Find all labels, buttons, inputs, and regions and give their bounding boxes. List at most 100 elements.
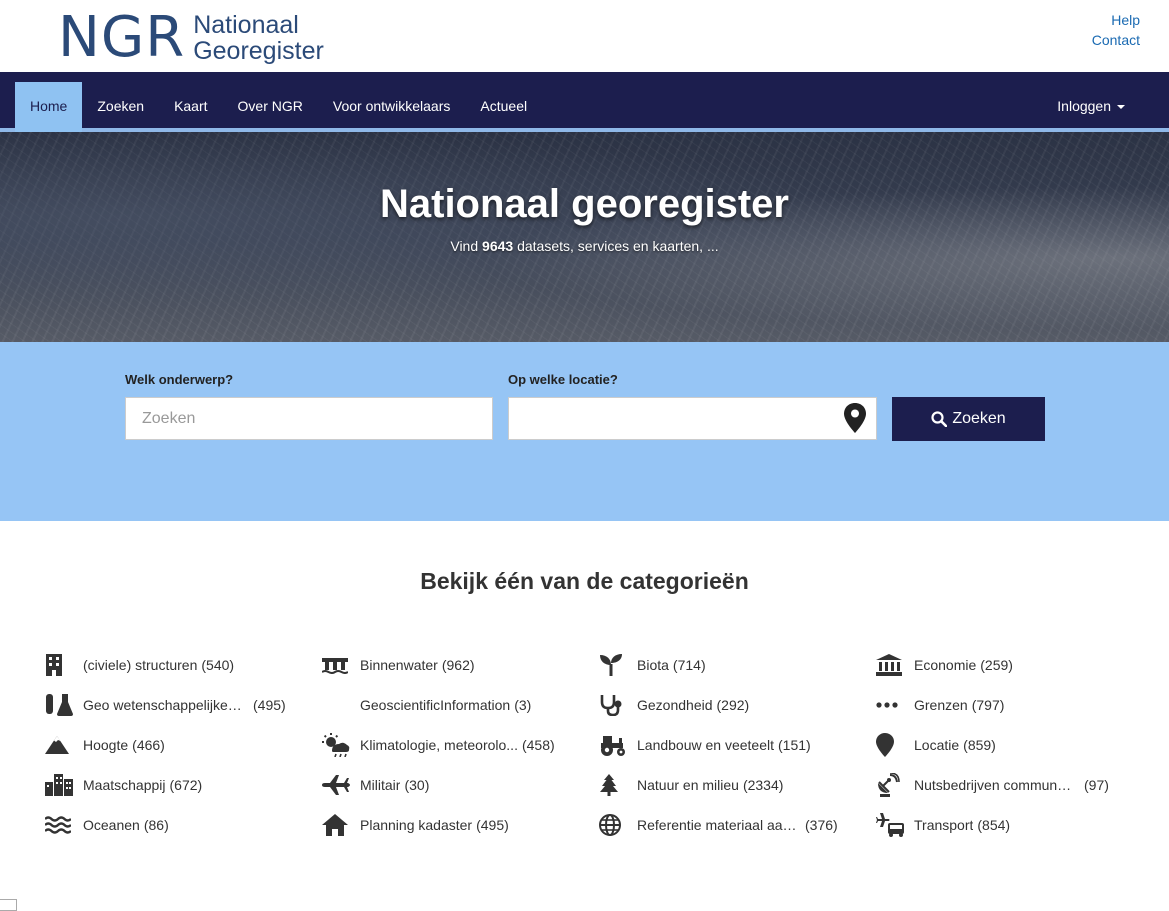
help-link[interactable]: Help xyxy=(1092,10,1140,30)
logo-line2: Georegister xyxy=(193,37,324,65)
house-icon xyxy=(322,813,350,837)
category-label: Planning kadaster xyxy=(360,817,473,833)
topic-search-input[interactable] xyxy=(125,397,493,440)
search-icon xyxy=(931,411,948,427)
category-count: (495) xyxy=(253,697,286,713)
search-panel: Welk onderwerp? Op welke locatie? Zoeken xyxy=(0,342,1169,521)
category-count: (962) xyxy=(441,657,475,673)
category-referentie-materiaal[interactable]: Referentie materiaal aar... (376) xyxy=(599,805,876,845)
category-militair[interactable]: Militair (30) xyxy=(322,765,599,805)
nav-home[interactable]: Home xyxy=(15,82,83,132)
category-label: Transport xyxy=(914,817,974,833)
category-hoogte[interactable]: Hoogte (466) xyxy=(45,725,322,765)
category-grenzen[interactable]: Grenzen (797) xyxy=(876,685,1153,725)
category-label: Maatschappij xyxy=(83,777,166,793)
stethoscope-icon xyxy=(599,693,627,717)
nav-zoeken[interactable]: Zoeken xyxy=(82,82,159,132)
category-count: (86) xyxy=(143,817,169,833)
map-pin-icon[interactable] xyxy=(843,403,867,433)
nav-over-ngr[interactable]: Over NGR xyxy=(223,82,318,132)
category-natuur-en-milieu[interactable]: Natuur en milieu (2334) xyxy=(599,765,876,805)
category-geo-wetenschappelijke[interactable]: Geo wetenschappelijke ... (495) xyxy=(45,685,322,725)
category-label: Hoogte xyxy=(83,737,129,753)
category-oceanen[interactable]: Oceanen (86) xyxy=(45,805,322,845)
bank-icon xyxy=(876,653,904,677)
category-landbouw-en-veeteelt[interactable]: Landbouw en veeteelt (151) xyxy=(599,725,876,765)
category-label: Oceanen xyxy=(83,817,140,833)
category-count: (797) xyxy=(971,697,1005,713)
top-bar: NGR Nationaal Georegister Help Contact xyxy=(0,0,1169,72)
category-economie[interactable]: Economie (259) xyxy=(876,645,1153,685)
category-binnenwater[interactable]: Binnenwater (962) xyxy=(322,645,599,685)
ngr-logo[interactable]: NGR Nationaal Georegister xyxy=(58,10,324,66)
hero-title: Nationaal georegister xyxy=(379,182,789,226)
building-icon xyxy=(45,653,73,677)
city-icon xyxy=(45,773,73,797)
nav-actueel[interactable]: Actueel xyxy=(465,82,542,132)
category-count: (672) xyxy=(169,777,203,793)
category-geoscientificinformation[interactable]: GeoscientificInformation (3) xyxy=(322,685,599,725)
login-dropdown[interactable]: Inloggen xyxy=(1057,82,1125,132)
satellite-icon xyxy=(876,773,904,797)
nav-menu: Home Zoeken Kaart Over NGR Voor ontwikke… xyxy=(15,82,542,132)
category-label: Klimatologie, meteorolo... xyxy=(360,737,518,753)
category-count: (97) xyxy=(1084,777,1109,793)
sprout-icon xyxy=(599,653,627,677)
blank-icon xyxy=(322,693,350,717)
category-civiele-structuren[interactable]: (civiele) structuren (540) xyxy=(45,645,322,685)
category-label: Militair xyxy=(360,777,401,793)
category-locatie[interactable]: Locatie (859) xyxy=(876,725,1153,765)
search-button-label: Zoeken xyxy=(952,410,1006,427)
dots-icon xyxy=(876,693,904,717)
category-nutsbedrijven[interactable]: Nutsbedrijven communic... (97) xyxy=(876,765,1153,805)
category-count: (376) xyxy=(805,817,838,833)
category-count: (540) xyxy=(201,657,235,673)
category-label: Biota xyxy=(637,657,669,673)
category-klimatologie[interactable]: Klimatologie, meteorolo... (458) xyxy=(322,725,599,765)
tractor-icon xyxy=(599,733,627,757)
logo-line1: Nationaal xyxy=(193,11,299,39)
plane-icon xyxy=(322,773,350,797)
category-biota[interactable]: Biota (714) xyxy=(599,645,876,685)
hero-sub-prefix: Vind xyxy=(450,238,483,254)
category-count: (2334) xyxy=(742,777,784,793)
category-count: (458) xyxy=(521,737,555,753)
category-transport[interactable]: Transport (854) xyxy=(876,805,1153,845)
category-count: (854) xyxy=(977,817,1011,833)
nav-voor-ontwikkelaars[interactable]: Voor ontwikkelaars xyxy=(318,82,466,132)
login-label: Inloggen xyxy=(1057,98,1111,114)
category-planning-kadaster[interactable]: Planning kadaster (495) xyxy=(322,805,599,845)
caret-down-icon xyxy=(1117,105,1125,110)
top-links: Help Contact xyxy=(1092,10,1140,50)
category-count: (466) xyxy=(132,737,165,753)
categories-grid: (civiele) structuren (540) Binnenwater (… xyxy=(45,645,1145,845)
location-search-input[interactable] xyxy=(508,397,877,440)
contact-link[interactable]: Contact xyxy=(1092,30,1140,50)
category-count: (292) xyxy=(716,697,750,713)
map-pin-icon xyxy=(876,733,904,757)
main-navbar: Home Zoeken Kaart Over NGR Voor ontwikke… xyxy=(0,72,1169,132)
transport-icon xyxy=(876,813,904,837)
category-count: (151) xyxy=(778,737,811,753)
category-label: Nutsbedrijven communic... xyxy=(914,777,1074,793)
logo-text: Nationaal Georegister xyxy=(193,12,324,64)
topic-label: Welk onderwerp? xyxy=(125,372,234,387)
nav-kaart[interactable]: Kaart xyxy=(159,82,222,132)
category-count: (495) xyxy=(476,817,509,833)
category-label: Economie xyxy=(914,657,977,673)
category-gezondheid[interactable]: Gezondheid (292) xyxy=(599,685,876,725)
category-count: (714) xyxy=(672,657,706,673)
category-count: (259) xyxy=(980,657,1013,673)
category-label: Geo wetenschappelijke ... xyxy=(83,697,243,713)
hero-banner: Nationaal georegister Vind 9643 datasets… xyxy=(0,132,1169,342)
corner-tab[interactable] xyxy=(0,899,17,911)
search-button[interactable]: Zoeken xyxy=(892,397,1045,441)
category-count: (859) xyxy=(963,737,996,753)
category-label: GeoscientificInformation xyxy=(360,697,511,713)
hero-sub-suffix: datasets, services en kaarten, ... xyxy=(513,238,719,254)
bridge-icon xyxy=(322,653,350,677)
logo-abbr: NGR xyxy=(58,5,186,70)
category-label: Grenzen xyxy=(914,697,968,713)
category-count: (30) xyxy=(404,777,430,793)
category-maatschappij[interactable]: Maatschappij (672) xyxy=(45,765,322,805)
